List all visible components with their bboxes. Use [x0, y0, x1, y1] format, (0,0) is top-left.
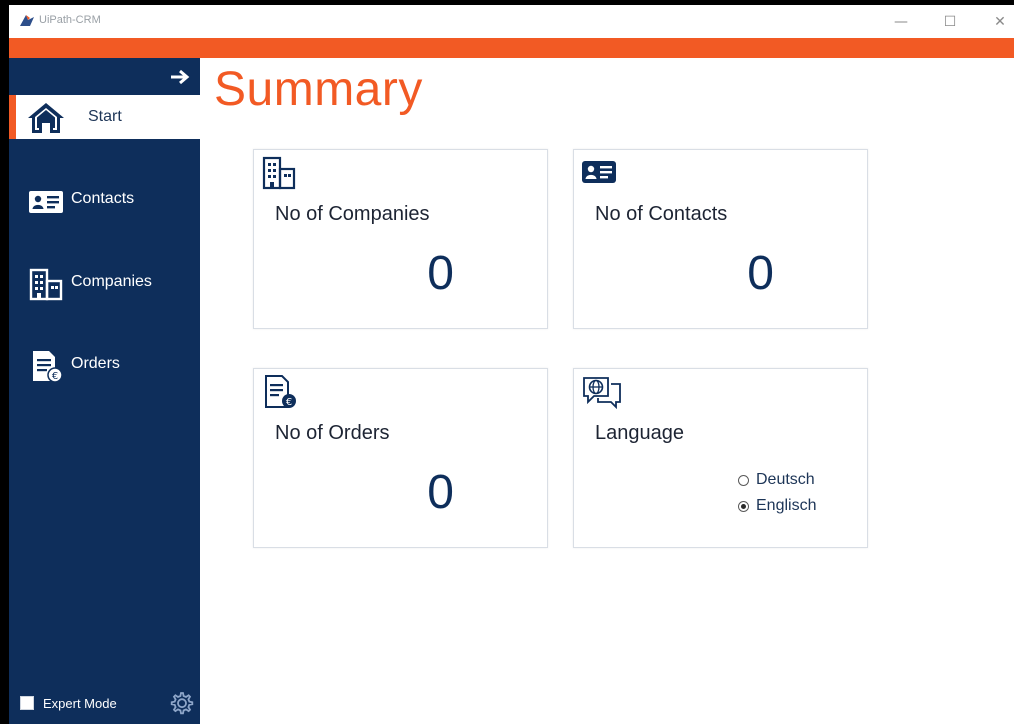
orders-card: € No of Orders 0	[253, 368, 548, 548]
radio-label: Deutsch	[756, 471, 815, 488]
sidebar-item-label: Orders	[71, 355, 120, 372]
title-bar: UiPath-CRM — ☐ ✕	[9, 5, 1014, 38]
sidebar-item-companies[interactable]: Companies	[9, 261, 200, 305]
radio-deutsch[interactable]	[738, 474, 749, 486]
contacts-card: No of Contacts 0	[573, 149, 868, 329]
language-option-englisch[interactable]: Englisch	[738, 497, 816, 515]
sidebar-item-label: Start	[88, 108, 122, 125]
radio-label: Englisch	[756, 497, 817, 514]
svg-text:€: €	[52, 371, 58, 382]
contact-card-icon	[29, 191, 63, 213]
maximize-icon: ☐	[943, 13, 957, 30]
active-indicator	[9, 95, 16, 139]
maximize-button[interactable]: ☐	[927, 5, 973, 38]
gear-icon[interactable]	[167, 689, 195, 717]
minimize-icon: —	[894, 13, 908, 30]
contact-card-icon	[582, 161, 616, 183]
radio-englisch[interactable]	[738, 500, 749, 512]
orders-count: 0	[427, 466, 454, 519]
page-title: Summary	[214, 63, 423, 116]
building-icon	[29, 268, 63, 301]
app-window: UiPath-CRM — ☐ ✕ Start Contacts Companie…	[9, 5, 1014, 724]
card-title: No of Contacts	[595, 203, 728, 225]
contacts-count: 0	[747, 247, 774, 300]
expert-mode-toggle[interactable]: Expert Mode	[20, 694, 117, 712]
card-title: No of Orders	[275, 422, 390, 444]
sidebar-item-label: Contacts	[71, 190, 135, 207]
order-document-icon: €	[33, 351, 63, 383]
app-logo-icon	[20, 15, 34, 26]
companies-count: 0	[427, 247, 454, 300]
expert-mode-label: Expert Mode	[43, 695, 117, 711]
language-option-deutsch[interactable]: Deutsch	[738, 471, 815, 489]
svg-text:€: €	[286, 397, 292, 408]
card-title: Language	[595, 422, 684, 444]
sidebar-item-contacts[interactable]: Contacts	[9, 178, 200, 222]
sidebar: Start Contacts Companies € Orders Expert…	[9, 58, 200, 724]
companies-card: No of Companies 0	[253, 149, 548, 329]
globe-chat-icon	[583, 377, 621, 409]
sidebar-item-label: Companies	[71, 273, 152, 290]
card-title: No of Companies	[275, 203, 430, 225]
close-icon: ✕	[994, 13, 1006, 30]
sidebar-item-orders[interactable]: € Orders	[9, 343, 200, 387]
expert-mode-checkbox[interactable]	[20, 696, 34, 710]
close-button[interactable]: ✕	[977, 5, 1014, 38]
language-card: Language Deutsch Englisch	[573, 368, 868, 548]
minimize-button[interactable]: —	[878, 5, 924, 38]
building-icon	[262, 156, 296, 190]
order-document-icon: €	[265, 375, 296, 408]
header-accent-bar	[9, 38, 1014, 58]
arrow-right-icon[interactable]	[169, 68, 191, 86]
home-icon	[28, 103, 64, 133]
sidebar-item-start[interactable]: Start	[9, 95, 200, 139]
window-title: UiPath-CRM	[39, 14, 101, 26]
